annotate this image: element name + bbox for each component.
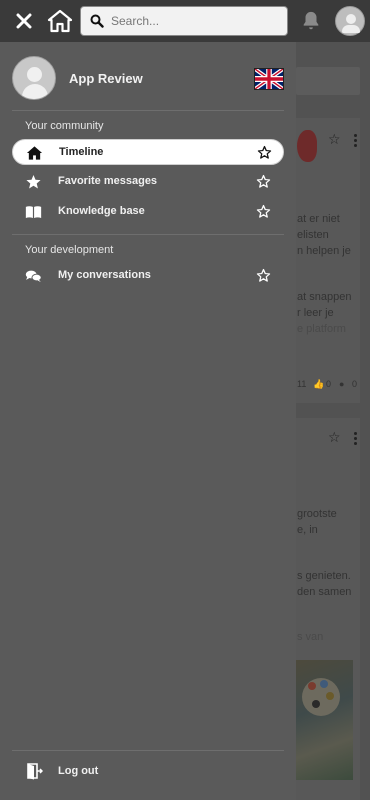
comment-count: 0 <box>352 379 358 389</box>
home-icon <box>26 146 43 160</box>
section-title-community: Your community <box>25 120 104 132</box>
close-button[interactable] <box>12 9 36 33</box>
post-text-line: den samen <box>297 586 352 598</box>
star-outline-icon[interactable] <box>256 204 271 219</box>
home-icon[interactable] <box>47 8 73 34</box>
favorite-star-icon[interactable]: ☆ <box>328 131 341 148</box>
profile-avatar[interactable] <box>12 56 56 100</box>
view-count: 11 <box>297 379 307 389</box>
nav-item-my-conversations[interactable]: My conversations <box>12 263 284 289</box>
nav-label-favorite-messages: Favorite messages <box>58 175 158 187</box>
nav-label-timeline: Timeline <box>59 146 104 158</box>
nav-item-favorite-messages[interactable]: Favorite messages <box>12 169 284 195</box>
user-avatar[interactable] <box>335 6 365 36</box>
profile-name[interactable]: App Review <box>69 71 143 86</box>
like-count: 0 <box>326 379 332 389</box>
close-icon[interactable] <box>16 13 32 29</box>
search-box[interactable] <box>80 6 288 36</box>
divider <box>12 110 284 111</box>
logout-button[interactable]: Log out <box>12 758 284 784</box>
post-text-line: e platform <box>297 323 346 335</box>
more-options-icon[interactable] <box>354 432 358 447</box>
comment-icon[interactable]: ● <box>339 375 344 393</box>
nav-label-knowledge-base: Knowledge base <box>58 205 145 217</box>
post-text-line: n helpen je <box>297 245 351 257</box>
post-text-line: e, in <box>297 524 318 536</box>
nav-label-my-conversations: My conversations <box>58 269 151 281</box>
divider <box>12 750 284 751</box>
post-image <box>296 660 353 780</box>
post-text-line: s van <box>297 631 324 643</box>
nav-item-knowledge-base[interactable]: Knowledge base <box>12 199 284 225</box>
star-icon <box>26 175 41 189</box>
drawer-topbar <box>0 0 296 42</box>
post-avatar <box>297 130 317 162</box>
more-options-icon[interactable] <box>354 134 358 149</box>
uk-flag-icon[interactable] <box>254 68 284 90</box>
bell-icon[interactable] <box>300 10 322 32</box>
nav-label-logout: Log out <box>58 765 99 777</box>
section-title-development: Your development <box>25 244 114 256</box>
profile-header[interactable]: App Review <box>0 42 296 110</box>
search-input[interactable] <box>111 11 281 31</box>
side-drawer: App Review Your community Timeline Favor… <box>0 0 296 800</box>
like-icon[interactable]: 👍 <box>313 375 324 393</box>
favorite-star-icon[interactable]: ☆ <box>328 429 341 446</box>
book-icon <box>25 206 42 218</box>
background-filter-bar <box>296 67 360 95</box>
divider <box>12 234 284 235</box>
nav-item-timeline[interactable]: Timeline <box>12 139 284 165</box>
star-outline-icon[interactable] <box>256 268 271 283</box>
search-icon <box>90 14 104 28</box>
conversation-icon <box>25 270 42 283</box>
star-outline-icon[interactable] <box>257 145 272 160</box>
logout-door-icon <box>27 763 43 780</box>
star-outline-icon[interactable] <box>256 174 271 189</box>
